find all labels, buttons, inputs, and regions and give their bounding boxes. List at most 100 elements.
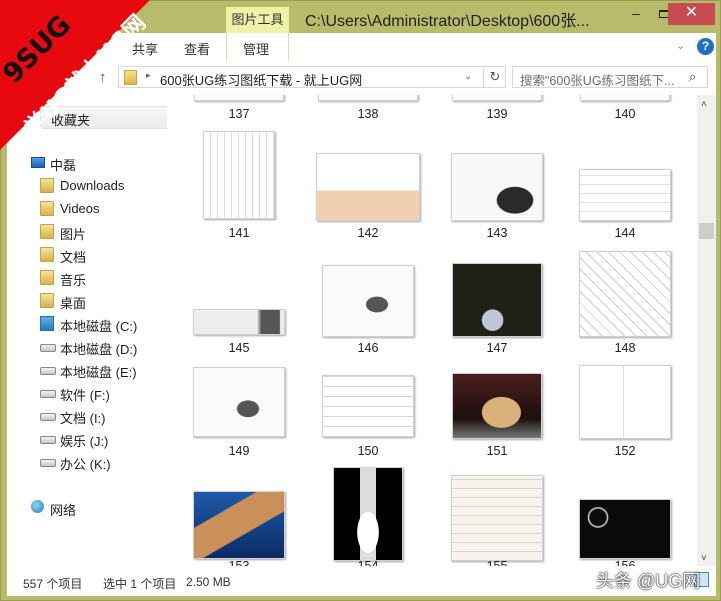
search-icon[interactable]: ⌕	[689, 69, 696, 85]
nav-network[interactable]: 网络	[7, 497, 167, 519]
toutiao-watermark: 头条 @UG网	[596, 571, 701, 591]
nav-computer[interactable]: 中磊	[7, 152, 167, 174]
file-name[interactable]: 152	[569, 444, 681, 458]
nav-item-label: 本地磁盘 (E:)	[60, 365, 137, 380]
file-name[interactable]: 153	[183, 559, 295, 566]
content-area: 收藏夹 中磊 Downloads Videos 图片 文档 音乐 桌面 本地磁盘 (C:) 本…	[7, 95, 716, 566]
drive-icon	[40, 459, 56, 467]
nav-item[interactable]: 本地磁盘 (C:)	[7, 313, 167, 335]
file-name[interactable]: 144	[569, 226, 681, 240]
file-thumbnail[interactable]	[333, 467, 403, 561]
address-dropdown-icon[interactable]: ⌄	[464, 71, 472, 82]
nav-item-label: 桌面	[60, 296, 87, 311]
search-input[interactable]: 搜索"600张UG练习图纸下... ⌕	[512, 66, 708, 88]
file-name[interactable]: 137	[183, 107, 295, 121]
navigation-pane: 收藏夹 中磊 Downloads Videos 图片 文档 音乐 桌面 本地磁盘 (C:) 本…	[7, 95, 167, 566]
nav-item[interactable]: Videos	[7, 198, 167, 220]
nav-item-label: 办公 (K:)	[60, 457, 111, 472]
file-name[interactable]: 155	[441, 559, 553, 566]
file-name[interactable]: 140	[569, 107, 681, 121]
pictures-folder-icon	[40, 224, 54, 239]
scroll-up-icon[interactable]: ˄	[701, 99, 707, 110]
close-button[interactable]: ✕	[668, 3, 715, 25]
nav-item[interactable]: 软件 (F:)	[7, 382, 167, 404]
nav-item[interactable]: 桌面	[7, 290, 167, 312]
search-placeholder: 搜索"600张UG练习图纸下...	[520, 74, 675, 88]
nav-item-label: 本地磁盘 (C:)	[60, 319, 138, 334]
file-thumbnail[interactable]	[203, 131, 275, 219]
computer-icon	[31, 157, 45, 168]
file-thumbnail[interactable]	[451, 153, 543, 221]
nav-item-label: 软件 (F:)	[60, 388, 110, 403]
nav-item[interactable]: 本地磁盘 (E:)	[7, 359, 167, 381]
file-thumbnail[interactable]	[322, 375, 414, 437]
file-name[interactable]: 154	[312, 559, 424, 566]
nav-item-label: 娱乐 (J:)	[60, 434, 109, 449]
scroll-thumb[interactable]	[699, 223, 714, 239]
file-thumbnail[interactable]	[318, 95, 418, 101]
file-name[interactable]: 148	[569, 341, 681, 355]
selection-size: 2.50 MB	[186, 575, 231, 589]
file-name[interactable]: 145	[183, 341, 295, 355]
tab-manage[interactable]: 管理	[243, 39, 269, 58]
file-name[interactable]: 138	[312, 107, 424, 121]
nav-item[interactable]: 文档 (I:)	[7, 405, 167, 427]
item-count: 557 个项目	[23, 577, 83, 591]
file-thumbnail[interactable]	[193, 309, 285, 335]
file-name[interactable]: 151	[441, 444, 553, 458]
file-thumbnail[interactable]	[579, 365, 671, 439]
nav-item-label: 文档	[60, 250, 87, 265]
nav-item[interactable]: Downloads	[7, 175, 167, 197]
nav-item-label: 音乐	[60, 273, 87, 288]
help-button[interactable]: ?	[697, 38, 714, 55]
file-thumbnail[interactable]	[316, 153, 420, 221]
nav-item[interactable]: 文档	[7, 244, 167, 266]
drive-icon	[40, 413, 56, 421]
nav-item-label: Videos	[60, 201, 100, 216]
file-name[interactable]: 147	[441, 341, 553, 355]
file-thumbnail[interactable]	[580, 95, 670, 101]
nav-item[interactable]: 办公 (K:)	[7, 451, 167, 473]
scroll-down-icon[interactable]: ˅	[701, 553, 707, 564]
nav-item[interactable]: 本地磁盘 (D:)	[7, 336, 167, 358]
file-thumbnail[interactable]	[193, 491, 285, 559]
minimize-button[interactable]: –	[622, 3, 650, 25]
nav-item[interactable]: 图片	[7, 221, 167, 243]
drive-icon	[40, 436, 56, 444]
file-name[interactable]: 143	[441, 226, 553, 240]
nav-item-label: Downloads	[60, 178, 125, 193]
vertical-scrollbar[interactable]: ˄ ˅	[697, 95, 716, 566]
documents-folder-icon	[40, 247, 54, 262]
nav-item[interactable]: 娱乐 (J:)	[7, 428, 167, 450]
picture-tools-tab[interactable]: 图片工具	[226, 7, 289, 33]
address-bar[interactable]: ▸ 600张UG练习图纸下载 - 就上UG网 ⌄ ↻	[118, 66, 506, 88]
file-thumbnail[interactable]	[193, 367, 285, 437]
file-thumbnail[interactable]	[452, 95, 542, 101]
system-drive-icon	[40, 316, 54, 331]
file-name[interactable]: 149	[183, 444, 295, 458]
file-thumbnail[interactable]	[194, 95, 284, 101]
file-thumbnail[interactable]	[579, 251, 671, 337]
tab-view[interactable]: 查看	[184, 39, 210, 58]
window-title: C:\Users\Administrator\Desktop\600张...	[305, 13, 590, 30]
file-thumbnail[interactable]	[451, 475, 543, 561]
file-name[interactable]: 139	[441, 107, 553, 121]
nav-item-label: 本地磁盘 (D:)	[60, 342, 138, 357]
file-thumbnail[interactable]	[322, 265, 414, 337]
drive-icon	[40, 367, 56, 375]
music-folder-icon	[40, 270, 54, 285]
file-thumbnail[interactable]	[452, 263, 542, 337]
file-thumbnail[interactable]	[579, 499, 671, 559]
file-name[interactable]: 142	[312, 226, 424, 240]
file-name[interactable]: 156	[569, 559, 681, 566]
refresh-button[interactable]: ↻	[483, 67, 506, 87]
breadcrumb-path[interactable]: 600张UG练习图纸下载 - 就上UG网	[160, 70, 362, 89]
file-thumbnail[interactable]	[452, 373, 542, 439]
file-name[interactable]: 150	[312, 444, 424, 458]
nav-item[interactable]: 音乐	[7, 267, 167, 289]
file-name[interactable]: 141	[183, 226, 295, 240]
desktop-folder-icon	[40, 293, 54, 308]
file-thumbnail[interactable]	[579, 169, 671, 221]
file-name[interactable]: 146	[312, 341, 424, 355]
expand-ribbon-icon[interactable]: ⌄	[676, 39, 685, 52]
